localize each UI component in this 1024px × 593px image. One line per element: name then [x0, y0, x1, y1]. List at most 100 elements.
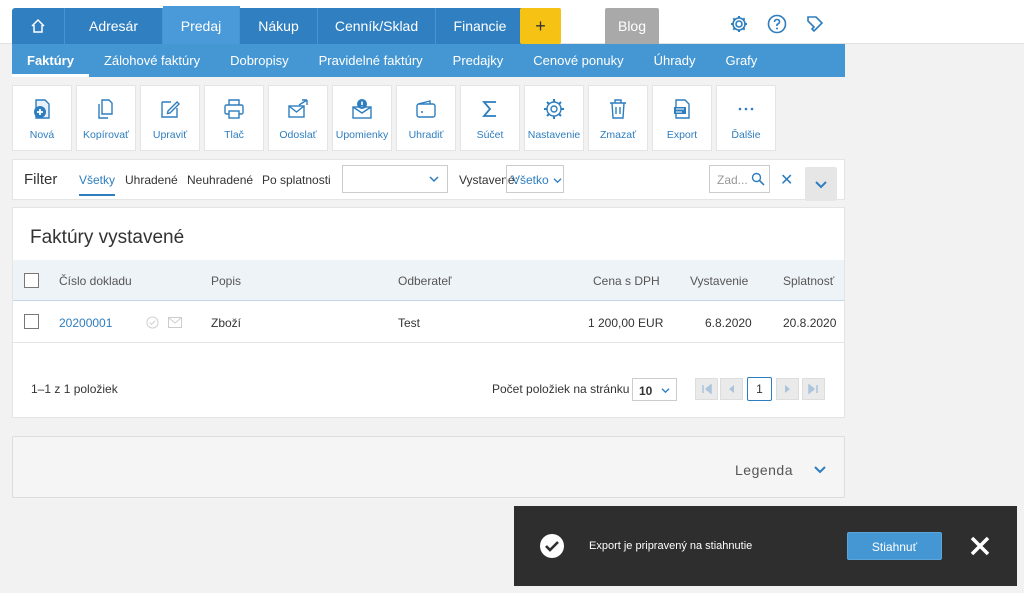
sub-nav: Faktúry Zálohové faktúry Dobropisy Pravi… — [12, 44, 845, 77]
send-button[interactable]: Odoslať — [268, 85, 328, 151]
filter-select[interactable] — [342, 165, 448, 193]
subnav-item-dobropisy[interactable]: Dobropisy — [215, 44, 304, 77]
prev-page-button[interactable] — [720, 378, 743, 400]
new-button[interactable]: Nová — [12, 85, 72, 151]
per-page-select[interactable]: 10 — [632, 378, 677, 401]
page-title: Faktúry vystavené — [30, 227, 185, 248]
nav-tab-nakup[interactable]: Nákup — [240, 8, 318, 44]
first-page-icon — [702, 383, 712, 395]
blog-button[interactable]: Blog — [605, 8, 659, 44]
last-page-icon — [808, 383, 818, 395]
subnav-item-pravidelne-faktury[interactable]: Pravidelné faktúry — [304, 44, 438, 77]
search-placeholder: Zad... — [717, 173, 748, 187]
last-page-button[interactable] — [802, 378, 825, 400]
close-icon[interactable] — [969, 535, 991, 557]
help-icon[interactable] — [767, 14, 787, 34]
filter-option-uhradene[interactable]: Uhradené — [125, 173, 178, 187]
column-header-popis[interactable]: Popis — [211, 274, 241, 288]
export-toast: Export je pripravený na stiahnutie Stiah… — [514, 506, 1017, 586]
send-icon — [288, 99, 308, 118]
print-button[interactable]: Tlač — [204, 85, 264, 151]
column-header-odberatel[interactable]: Odberateľ — [398, 274, 452, 288]
more-button[interactable]: Ďalšie — [716, 85, 776, 151]
row-odberatel: Test — [398, 316, 421, 330]
toolbar-label: Upomienky — [335, 129, 389, 141]
column-header-cena[interactable]: Cena s DPH — [593, 274, 660, 288]
notification-icon[interactable] — [805, 14, 825, 34]
edit-button[interactable]: Upraviť — [140, 85, 200, 151]
gear-icon — [544, 99, 564, 119]
chevron-down-icon — [553, 178, 562, 184]
expand-filter-button[interactable] — [805, 167, 837, 201]
filter-option-po-splatnosti[interactable]: Po splatnosti — [262, 173, 331, 187]
top-bar: Adresár Predaj Nákup Cenník/Sklad Financ… — [0, 0, 1024, 44]
filter-bar: Filter Všetky Uhradené Neuhradené Po spl… — [12, 159, 845, 201]
row-popis: Zboží — [211, 316, 242, 330]
add-document-icon — [34, 99, 50, 119]
row-checkbox[interactable] — [24, 314, 39, 329]
column-header-splatnost[interactable]: Splatnosť — [783, 274, 834, 288]
column-header-vystavenie[interactable]: Vystavenie — [690, 274, 748, 288]
gear-icon[interactable] — [729, 14, 749, 34]
check-circle-icon — [540, 534, 564, 558]
row-vystavenie: 6.8.2020 — [705, 316, 752, 330]
table-row[interactable]: 20200001 Zboží Test 1 200,00 EUR 6.8.202… — [13, 301, 844, 343]
filter-option-neuhradene[interactable]: Neuhradené — [187, 173, 253, 187]
reminders-button[interactable]: Upomienky — [332, 85, 392, 151]
legend-label: Legenda — [735, 462, 794, 478]
toolbar-label: Export — [666, 129, 698, 141]
home-icon — [31, 18, 45, 33]
delete-button[interactable]: Zmazať — [588, 85, 648, 151]
row-cena: 1 200,00 EUR — [588, 316, 664, 330]
subnav-item-zalohove-faktury[interactable]: Zálohové faktúry — [89, 44, 215, 77]
select-all-checkbox[interactable] — [24, 273, 39, 288]
chevron-down-icon — [815, 181, 827, 189]
toolbar: Nová Kopírovať Upraviť Tlač Odoslať Upom… — [12, 85, 776, 151]
subnav-item-uhrady[interactable]: Úhrady — [639, 44, 711, 77]
legend-panel[interactable]: Legenda — [12, 436, 845, 498]
toolbar-label: Upraviť — [152, 129, 188, 141]
download-button[interactable]: Stiahnuť — [847, 532, 942, 560]
next-page-icon — [785, 385, 790, 393]
toolbar-label: Ďalšie — [731, 129, 761, 141]
per-page-label: Počet položiek na stránku — [492, 382, 630, 396]
subnav-item-faktury[interactable]: Faktúry — [12, 44, 89, 77]
nav-tab-financie[interactable]: Financie — [436, 8, 525, 44]
pay-button[interactable]: Uhradiť — [396, 85, 456, 151]
copy-icon — [98, 99, 113, 119]
filter-option-vsetky[interactable]: Všetky — [79, 173, 116, 196]
current-page[interactable]: 1 — [747, 377, 772, 401]
export-icon — [674, 99, 690, 119]
quick-add-button[interactable]: + — [520, 8, 561, 44]
invoice-number-link[interactable]: 20200001 — [59, 316, 112, 330]
edit-icon — [161, 101, 180, 118]
vystavene-select[interactable]: Všetko — [506, 165, 564, 193]
subnav-item-grafy[interactable]: Grafy — [711, 44, 773, 77]
next-page-button[interactable] — [776, 378, 799, 400]
table-header: Číslo dokladu Popis Odberateľ Cena s DPH… — [13, 260, 844, 301]
pager-info: 1–1 z 1 položiek — [31, 382, 118, 396]
settings-button[interactable]: Nastavenie — [524, 85, 584, 151]
subnav-item-predajky[interactable]: Predajky — [438, 44, 519, 77]
clear-filter-icon[interactable]: ✕ — [780, 170, 793, 190]
toast-message: Export je pripravený na stiahnutie — [589, 540, 753, 552]
search-input[interactable]: Zad... — [709, 165, 770, 193]
chevron-down-icon — [429, 176, 439, 183]
trash-icon — [610, 99, 626, 119]
copy-button[interactable]: Kopírovať — [76, 85, 136, 151]
wallet-icon — [416, 100, 436, 118]
toolbar-label: Zmazať — [599, 129, 637, 141]
export-button[interactable]: Export — [652, 85, 712, 151]
first-page-button[interactable] — [695, 378, 718, 400]
column-header-cislo[interactable]: Číslo dokladu — [59, 274, 132, 288]
toolbar-label: Nastavenie — [527, 129, 581, 141]
nav-tab-predaj[interactable]: Predaj — [163, 6, 240, 44]
nav-tab-adresar[interactable]: Adresár — [65, 8, 163, 44]
main-nav: Adresár Predaj Nákup Cenník/Sklad Financ… — [12, 6, 525, 44]
sum-button[interactable]: Súčet — [460, 85, 520, 151]
home-tab[interactable] — [12, 8, 65, 44]
nav-tab-cennik-sklad[interactable]: Cenník/Sklad — [318, 8, 436, 44]
search-icon[interactable] — [751, 172, 765, 186]
invoices-card: Faktúry vystavené Číslo dokladu Popis Od… — [12, 207, 845, 418]
subnav-item-cenove-ponuky[interactable]: Cenové ponuky — [518, 44, 638, 77]
